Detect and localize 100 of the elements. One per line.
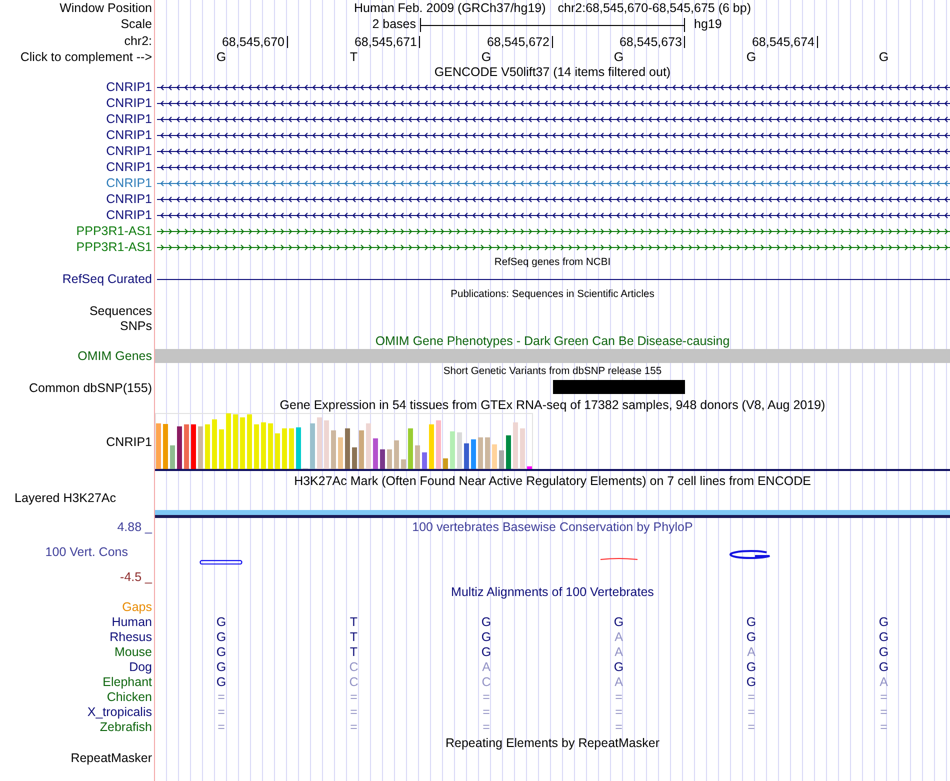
- position-range: chr2:68,545,670-68,545,675 (6 bp): [558, 1, 751, 15]
- aligned-base: =: [748, 720, 755, 734]
- expression-bar: [247, 414, 252, 469]
- track-title: Publications: Sequences in Scientific Articles: [450, 289, 654, 301]
- aligned-base: =: [615, 720, 622, 734]
- track-title: Short Genetic Variants from dbSNP release 155: [443, 366, 662, 378]
- aligned-base: G: [216, 644, 226, 658]
- expression-bar: [331, 430, 336, 469]
- aligned-base: =: [880, 690, 888, 704]
- aligned-base: =: [482, 720, 490, 734]
- expression-bar: [387, 449, 392, 469]
- aligned-base: G: [878, 644, 889, 658]
- expression-bar: [422, 452, 427, 469]
- expression-bar: [492, 444, 497, 469]
- aligned-base: A: [614, 630, 623, 644]
- side-label: Click to complement -->: [20, 50, 152, 64]
- side-label: chr2:: [124, 34, 152, 48]
- aligned-base: T: [350, 644, 358, 658]
- aligned-base: A: [614, 644, 623, 658]
- assembly-name: Human Feb. 2009 (GRCh37/hg19): [354, 1, 546, 15]
- aligned-base: G: [481, 644, 492, 658]
- sequence-base: G: [481, 50, 492, 64]
- ruler-label: 68,545,673: [619, 36, 685, 48]
- expression-bar: [219, 429, 224, 469]
- expression-bar: [527, 466, 532, 469]
- expression-bar: [366, 423, 371, 469]
- species-label: Chicken: [106, 690, 152, 704]
- gene-label: CNRIP1: [106, 192, 152, 206]
- aligned-base: G: [878, 614, 889, 628]
- aligned-base: G: [614, 614, 624, 628]
- expression-bar: [310, 423, 315, 469]
- expression-bar: [380, 449, 385, 469]
- expression-bar: [191, 424, 196, 469]
- gene-label: CNRIP1: [106, 144, 152, 158]
- side-label: Common dbSNP(155): [29, 381, 152, 395]
- expression-bar: [513, 422, 518, 469]
- aligned-base: A: [482, 660, 490, 674]
- aligned-base: G: [746, 660, 756, 674]
- track-title: OMIM Gene Phenotypes - Dark Green Can Be Disease-causing: [375, 334, 730, 348]
- expression-bar: [359, 430, 364, 469]
- species-label: Dog: [129, 660, 152, 674]
- aligned-base: A: [614, 674, 623, 688]
- aligned-base: G: [481, 614, 492, 628]
- side-label: Layered H3K27Ac: [14, 491, 116, 505]
- expression-bar: [317, 417, 322, 469]
- side-label: OMIM Genes: [78, 349, 152, 363]
- aligned-base: C: [349, 660, 358, 674]
- expression-bar: [184, 424, 189, 469]
- aligned-base: T: [350, 630, 358, 644]
- aligned-base: G: [614, 660, 624, 674]
- track-title: RefSeq genes from NCBI: [494, 257, 611, 269]
- species-label: Mouse: [114, 644, 152, 658]
- sequence-base: G: [878, 50, 889, 64]
- species-label: Elephant: [102, 674, 152, 688]
- aligned-base: =: [615, 690, 622, 704]
- expression-bar: [198, 426, 203, 469]
- ruler-label: 68,545,674: [752, 36, 818, 48]
- gene-label: CNRIP1: [106, 176, 152, 190]
- sequence-base: G: [216, 50, 226, 64]
- axis-max-label: 4.88 _: [117, 520, 152, 534]
- aligned-base: =: [482, 690, 490, 704]
- expression-bar: [324, 420, 329, 469]
- expression-bar: [485, 437, 490, 469]
- aligned-base: G: [216, 674, 226, 688]
- aligned-base: =: [748, 690, 755, 704]
- expression-bar: [401, 459, 406, 469]
- expression-bar: [156, 423, 161, 469]
- track-title: Multiz Alignments of 100 Vertebrates: [451, 585, 654, 599]
- side-label: SNPs: [120, 319, 152, 333]
- side-label: Sequences: [89, 304, 152, 318]
- species-label: X_tropicalis: [87, 704, 152, 718]
- sequence-base: T: [350, 50, 358, 64]
- aligned-base: =: [218, 690, 225, 704]
- aligned-base: C: [482, 674, 491, 688]
- ruler-label: 68,545,672: [486, 36, 552, 48]
- expression-bar: [450, 431, 455, 469]
- expression-bar: [373, 438, 378, 469]
- aligned-base: =: [218, 704, 225, 718]
- aligned-base: G: [878, 630, 889, 644]
- gene-label: PPP3R1-AS1: [76, 240, 152, 254]
- expression-bar: [205, 424, 210, 469]
- expression-bar: [261, 422, 266, 469]
- aligned-base: C: [349, 674, 358, 688]
- expression-bar: [345, 428, 350, 469]
- expression-bar: [457, 432, 462, 469]
- gene-label: CNRIP1: [106, 80, 152, 94]
- aligned-base: =: [350, 690, 358, 704]
- aligned-base: G: [481, 630, 492, 644]
- species-label: Rhesus: [110, 630, 152, 644]
- track-title: Gene Expression in 54 tissues from GTEx RNA-seq of 17382 samples, 948 donors (V8, Aug 2019): [280, 398, 826, 412]
- side-label: RefSeq Curated: [62, 272, 152, 286]
- track-title: Repeating Elements by RepeatMasker: [445, 736, 660, 750]
- expression-bar: [499, 450, 504, 469]
- aligned-base: =: [350, 704, 358, 718]
- aligned-base: G: [216, 660, 226, 674]
- species-label: Zebrafish: [100, 720, 152, 734]
- expression-bar: [212, 419, 217, 469]
- gene-label: CNRIP1: [106, 208, 152, 222]
- expression-bar: [471, 439, 476, 469]
- expression-bar: [429, 424, 434, 469]
